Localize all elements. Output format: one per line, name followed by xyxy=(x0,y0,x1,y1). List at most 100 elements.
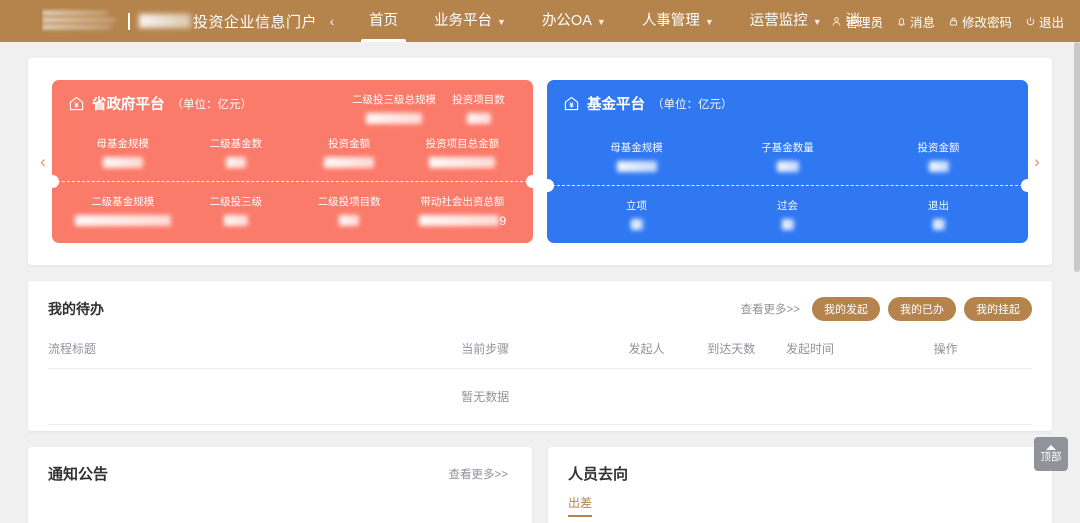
user-icon xyxy=(833,16,841,26)
bottom-panels: 通知公告 查看更多>> 人员去向 出差 ‹ 暂无相关人员 › xyxy=(28,431,1052,523)
metric-exited: 退出 xyxy=(865,198,1012,231)
card-divider xyxy=(541,179,1034,192)
metric-label: 过会 xyxy=(777,200,798,212)
brand: 投资企业信息门户 xyxy=(0,8,317,34)
logout-button[interactable]: 退出 xyxy=(1025,12,1064,31)
scrollbar-thumb[interactable] xyxy=(1074,42,1080,272)
metric-value xyxy=(181,156,290,169)
todo-table-body: 暂无数据 xyxy=(48,368,1032,425)
brand-logo-icon xyxy=(42,8,120,34)
metric-value xyxy=(563,218,710,231)
user-account-label: 管理员 xyxy=(845,15,883,30)
column-current-step[interactable]: 当前步骤 xyxy=(461,331,629,369)
nav-item-home[interactable]: 首页 xyxy=(351,0,416,42)
metric-label: 二级投三级总规模 xyxy=(352,94,436,106)
column-operation[interactable]: 操作 xyxy=(933,331,1032,369)
nav-item-label: 首页 xyxy=(369,13,399,29)
messages-button[interactable]: 消息 xyxy=(896,12,935,31)
my-suspended-button[interactable]: 我的挂起 xyxy=(964,297,1032,321)
nav-item-label: 运营监控 xyxy=(749,13,808,29)
chevron-down-icon: ▼ xyxy=(497,17,506,27)
metric-value xyxy=(295,156,404,169)
metric-label: 投资项目总金额 xyxy=(425,138,500,150)
metric-value xyxy=(865,218,1012,231)
nav-item-business-platform[interactable]: 业务平台 ▼ xyxy=(416,0,524,42)
nav-item-office-oa[interactable]: 办公OA ▼ xyxy=(524,0,624,42)
app-header: 投资企业信息门户 ‹ 首页 业务平台 ▼ 办公OA ▼ 人事管理 ▼ 运营监控 … xyxy=(0,0,1080,42)
todo-header: 我的待办 查看更多>> 我的发起 我的已办 我的挂起 xyxy=(28,281,1052,331)
tab-business-trip[interactable]: 出差 xyxy=(568,488,593,517)
house-yuan-icon xyxy=(69,96,84,111)
metric-passed-meeting: 过会 xyxy=(714,198,861,231)
my-initiated-button[interactable]: 我的发起 xyxy=(812,297,880,321)
nav-prev-button[interactable]: ‹ xyxy=(317,13,347,29)
metric-label: 二级基金数 xyxy=(209,138,263,150)
personnel-title: 人员去向 xyxy=(568,466,629,483)
metric-tier2-fund-scale: 二级基金规模 xyxy=(68,194,177,227)
personnel-empty-text: 暂无相关人员 xyxy=(580,519,1021,523)
metric-tier2-fund-count: 二级基金数 xyxy=(181,136,290,169)
metric-label: 立项 xyxy=(626,200,647,212)
metric-label: 二级投项目数 xyxy=(317,196,381,208)
card-title: 基金平台 xyxy=(587,97,645,113)
metric-invest-amount: 投资金额 xyxy=(865,140,1012,173)
card-unit: （单位：亿元） xyxy=(171,98,253,111)
notice-view-more-link[interactable]: 查看更多>> xyxy=(449,466,508,482)
carousel-next-button[interactable]: › xyxy=(1026,142,1048,182)
nav-item-label: 人事管理 xyxy=(641,13,700,29)
table-header-row: 流程标题 当前步骤 发起人 到达天数 发起时间 操作 xyxy=(48,331,1032,369)
card-divider xyxy=(46,175,539,188)
notice-title: 通知公告 xyxy=(48,466,109,483)
card-header: 基金平台 （单位：亿元） xyxy=(563,93,1012,114)
todo-table-head: 流程标题 当前步骤 发起人 到达天数 发起时间 操作 xyxy=(48,331,1032,369)
todo-actions: 查看更多>> 我的发起 我的已办 我的挂起 xyxy=(741,297,1032,321)
metric-parent-fund-scale: 母基金规模 xyxy=(563,140,710,173)
metric-label: 投资金额 xyxy=(917,142,960,154)
metric-value: 9 xyxy=(408,213,517,228)
card-bottom-metrics: 二级基金规模 二级投三级 二级投项目数 带动社会出资总额 9 xyxy=(68,194,517,228)
metric-tier2-to-tier3-total: 二级投三级总规模 xyxy=(352,92,436,125)
metric-value xyxy=(68,156,177,169)
metric-invest-project-total-amount: 投资项目总金额 xyxy=(408,136,517,169)
brand-divider xyxy=(128,12,130,30)
power-icon xyxy=(1026,16,1035,25)
metric-invest-amount: 投资金额 xyxy=(295,136,404,169)
nav-item-operation-monitor[interactable]: 运营监控 ▼ xyxy=(732,0,840,42)
column-process-title[interactable]: 流程标题 xyxy=(48,331,462,369)
todo-title: 我的待办 xyxy=(48,301,104,317)
nav-item-hr-management[interactable]: 人事管理 ▼ xyxy=(624,0,732,42)
change-password-button[interactable]: 修改密码 xyxy=(948,12,1012,31)
column-initiate-time[interactable]: 发起时间 xyxy=(785,331,934,369)
back-to-top-label: 顶部 xyxy=(1040,451,1062,464)
back-to-top-button[interactable]: 顶部 xyxy=(1034,437,1068,471)
stat-card-fund-platform[interactable]: 基金平台 （单位：亿元） 母基金规模 子基金数量 投资金额 立项 过会 退出 xyxy=(541,80,1034,243)
page-scrollbar[interactable] xyxy=(1074,42,1080,523)
chevron-down-icon: ▼ xyxy=(812,17,822,27)
metric-label: 子基金数量 xyxy=(761,142,814,154)
metric-value xyxy=(440,112,517,125)
notice-panel: 通知公告 查看更多>> xyxy=(28,447,532,523)
main-nav: 首页 业务平台 ▼ 办公OA ▼ 人事管理 ▼ 运营监控 ▼ 消 xyxy=(351,0,862,42)
column-days-arrived[interactable]: 到达天数 xyxy=(707,331,786,369)
todo-view-more-link[interactable]: 查看更多>> xyxy=(741,301,800,317)
todo-table: 流程标题 当前步骤 发起人 到达天数 发起时间 操作 暂无数据 xyxy=(48,331,1032,425)
metric-value xyxy=(408,156,517,169)
metric-project-initiation: 立项 xyxy=(563,198,710,231)
user-account-button[interactable]: 管理员 xyxy=(831,12,883,31)
stats-carousel: ‹ 省政府平台 （单位：亿元） 二级投三级总规模 投资项目数 母基金规模 二级基… xyxy=(28,58,1052,265)
column-initiator[interactable]: 发起人 xyxy=(628,331,708,369)
metric-value xyxy=(68,214,177,227)
personnel-panel: 人员去向 出差 ‹ 暂无相关人员 › xyxy=(548,447,1052,523)
metric-value xyxy=(295,214,404,227)
card-unit: （单位：亿元） xyxy=(652,98,733,111)
brand-title-redacted xyxy=(139,14,191,28)
notice-body xyxy=(28,488,532,514)
empty-spacer xyxy=(628,368,708,425)
stat-card-province-platform[interactable]: 省政府平台 （单位：亿元） 二级投三级总规模 投资项目数 母基金规模 二级基金数… xyxy=(46,80,539,243)
card-main-metrics: 母基金规模 二级基金数 投资金额 投资项目总金额 xyxy=(68,136,517,169)
metric-value-text: 9 xyxy=(499,213,507,228)
metric-social-capital-total: 带动社会出资总额 9 xyxy=(408,194,517,228)
lock-icon xyxy=(949,17,957,25)
my-completed-button[interactable]: 我的已办 xyxy=(888,297,956,321)
metric-value xyxy=(714,160,861,173)
